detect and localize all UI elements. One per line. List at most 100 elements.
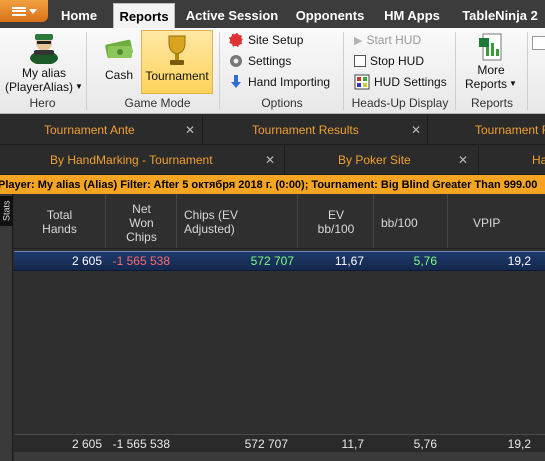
- group-label-game-mode: Game Mode: [124, 96, 191, 110]
- header-line: EV: [327, 208, 344, 222]
- import-arrow-icon: [231, 75, 241, 88]
- group-label-hud: Heads-Up Display: [351, 96, 449, 110]
- stats-label: Stats: [0, 196, 13, 226]
- column-header-vpip[interactable]: VPIP: [449, 194, 545, 248]
- tab-ha[interactable]: Ha: [480, 146, 545, 174]
- total-net-won: -1 565 538: [112, 436, 170, 451]
- cash-money-icon: [105, 39, 133, 59]
- cell-chips-ev: 572 707: [250, 254, 294, 268]
- start-hud-button[interactable]: ▶ Start HUD: [354, 30, 421, 50]
- app-window: Home Reports Active Session Opponents HM…: [0, 0, 545, 461]
- tab-label: Tournament Ante: [44, 122, 135, 137]
- cell-bb100: 5,76: [413, 254, 437, 268]
- header-line: bb/100: [317, 222, 355, 236]
- hero-selector-button[interactable]: My alias (PlayerAlias) ▼: [5, 30, 83, 94]
- tab-opponents[interactable]: Opponents: [294, 3, 366, 28]
- excel-report-icon: [479, 33, 502, 61]
- report-tabs: Tournament Ante ✕ Tournament Results ✕ T…: [0, 115, 545, 145]
- tab-active-session[interactable]: Active Session: [186, 3, 279, 28]
- column-header-total-hands[interactable]: Total Hands: [14, 194, 106, 248]
- header-line: Won: [129, 216, 154, 230]
- table-row[interactable]: 2 605 -1 565 538 572 707 11,67 5,76 19,2: [14, 251, 545, 271]
- reports-label: Reports: [465, 77, 508, 91]
- tab-reports[interactable]: Reports: [113, 3, 175, 28]
- filter-bar[interactable]: Player: My alias (Alias) Filter: After 5…: [0, 175, 545, 194]
- column-header-chips-ev[interactable]: Chips (EV Adjusted): [178, 194, 298, 248]
- header-divider: [14, 248, 545, 249]
- totals-row: 2 605 -1 565 538 572 707 11,7 5,76 19,2: [14, 434, 545, 452]
- column-header-net-won-chips[interactable]: Net Won Chips: [107, 194, 177, 248]
- tab-label: Ha: [532, 153, 545, 167]
- stop-hud-button[interactable]: Stop HUD: [354, 51, 424, 71]
- tournament-mode-button[interactable]: Tournament: [141, 30, 213, 94]
- header-line: Chips: [126, 230, 157, 244]
- tab-home[interactable]: Home: [60, 3, 98, 28]
- header-line: Adjusted): [184, 222, 235, 236]
- stats-sidebar[interactable]: Stats: [0, 194, 13, 461]
- column-header-bb100[interactable]: bb/100: [375, 194, 448, 248]
- tab-tournament-results[interactable]: Tournament Results ✕: [204, 115, 428, 144]
- ribbon: My alias (PlayerAlias) ▼ Hero Cash Tourn…: [0, 28, 545, 114]
- close-icon[interactable]: ✕: [185, 123, 195, 137]
- cash-mode-button[interactable]: Cash: [98, 30, 140, 94]
- more-reports-button[interactable]: More Reports ▼: [462, 30, 520, 94]
- tab-label: Tournament Results: [252, 122, 359, 137]
- ribbon-tab-bar: Home Reports Active Session Opponents HM…: [0, 0, 545, 28]
- header-line: Hands: [42, 222, 77, 236]
- site-setup-label: Site Setup: [248, 33, 304, 47]
- total-bb100: 5,76: [413, 436, 437, 451]
- hand-importing-button[interactable]: Hand Importing: [228, 72, 330, 92]
- tab-label: By HandMarking - Tournament: [50, 153, 213, 167]
- poker-player-avatar-icon: [30, 34, 58, 64]
- settings-button[interactable]: Settings: [228, 51, 291, 71]
- group-label-reports: Reports: [470, 96, 514, 110]
- hand-importing-label: Hand Importing: [248, 75, 331, 89]
- gear-icon: [230, 55, 242, 67]
- group-divider: [219, 32, 220, 110]
- column-header-ev-bb100[interactable]: EV bb/100: [299, 194, 374, 248]
- tab-tournament-ante[interactable]: Tournament Ante ✕: [0, 115, 203, 144]
- site-setup-button[interactable]: Site Setup: [228, 30, 303, 50]
- tab-tournament-r[interactable]: Tournament R: [429, 115, 545, 144]
- application-menu-button[interactable]: [0, 0, 48, 22]
- sub-tabs: By HandMarking - Tournament ✕ By Poker S…: [0, 146, 545, 175]
- group-divider: [343, 32, 344, 110]
- hud-settings-label: HUD Settings: [374, 75, 447, 89]
- close-icon[interactable]: ✕: [411, 123, 421, 137]
- total-ev-bb100: 11,7: [341, 436, 364, 451]
- tab-by-handmarking[interactable]: By HandMarking - Tournament ✕: [0, 146, 285, 174]
- overflow-button[interactable]: [532, 36, 545, 50]
- group-divider: [455, 32, 456, 110]
- stop-hud-label: Stop HUD: [370, 54, 425, 68]
- cell-total-hands: 2 605: [71, 254, 102, 268]
- poker-chip-icon: [228, 32, 244, 48]
- menu-icon: [11, 6, 26, 16]
- tab-label: Tournament R: [475, 122, 545, 137]
- cell-net-won: -1 565 538: [112, 254, 170, 268]
- close-icon[interactable]: ✕: [265, 153, 275, 167]
- tab-tableninja-2[interactable]: TableNinja 2: [460, 3, 540, 28]
- tab-hm-apps[interactable]: HM Apps: [384, 3, 440, 28]
- more-label: More: [477, 63, 505, 77]
- horizontal-scrollbar[interactable]: [14, 452, 545, 461]
- cell-ev-bb100: 11,67: [334, 254, 364, 268]
- hud-grid-icon: [354, 74, 370, 90]
- hero-alias-row: (PlayerAlias) ▼: [5, 80, 83, 94]
- header-line: Net: [132, 202, 151, 216]
- hud-settings-button[interactable]: HUD Settings: [354, 72, 447, 92]
- cell-vpip: 19,2: [507, 254, 531, 268]
- filter-text: Player: My alias (Alias) Filter: After 5…: [0, 178, 538, 191]
- header-line: Chips (EV: [184, 208, 239, 222]
- play-icon: ▶: [354, 34, 363, 47]
- chevron-down-icon: [28, 8, 37, 14]
- settings-label: Settings: [248, 54, 292, 68]
- tab-by-poker-site[interactable]: By Poker Site ✕: [286, 146, 479, 174]
- cash-label: Cash: [104, 68, 133, 82]
- close-icon[interactable]: ✕: [458, 153, 468, 167]
- reports-label-row: Reports ▼: [465, 77, 517, 91]
- stop-icon: [354, 55, 366, 67]
- total-vpip: 19,2: [507, 436, 531, 451]
- group-divider: [527, 32, 528, 110]
- start-hud-label: Start HUD: [366, 33, 422, 47]
- trophy-icon: [168, 35, 186, 65]
